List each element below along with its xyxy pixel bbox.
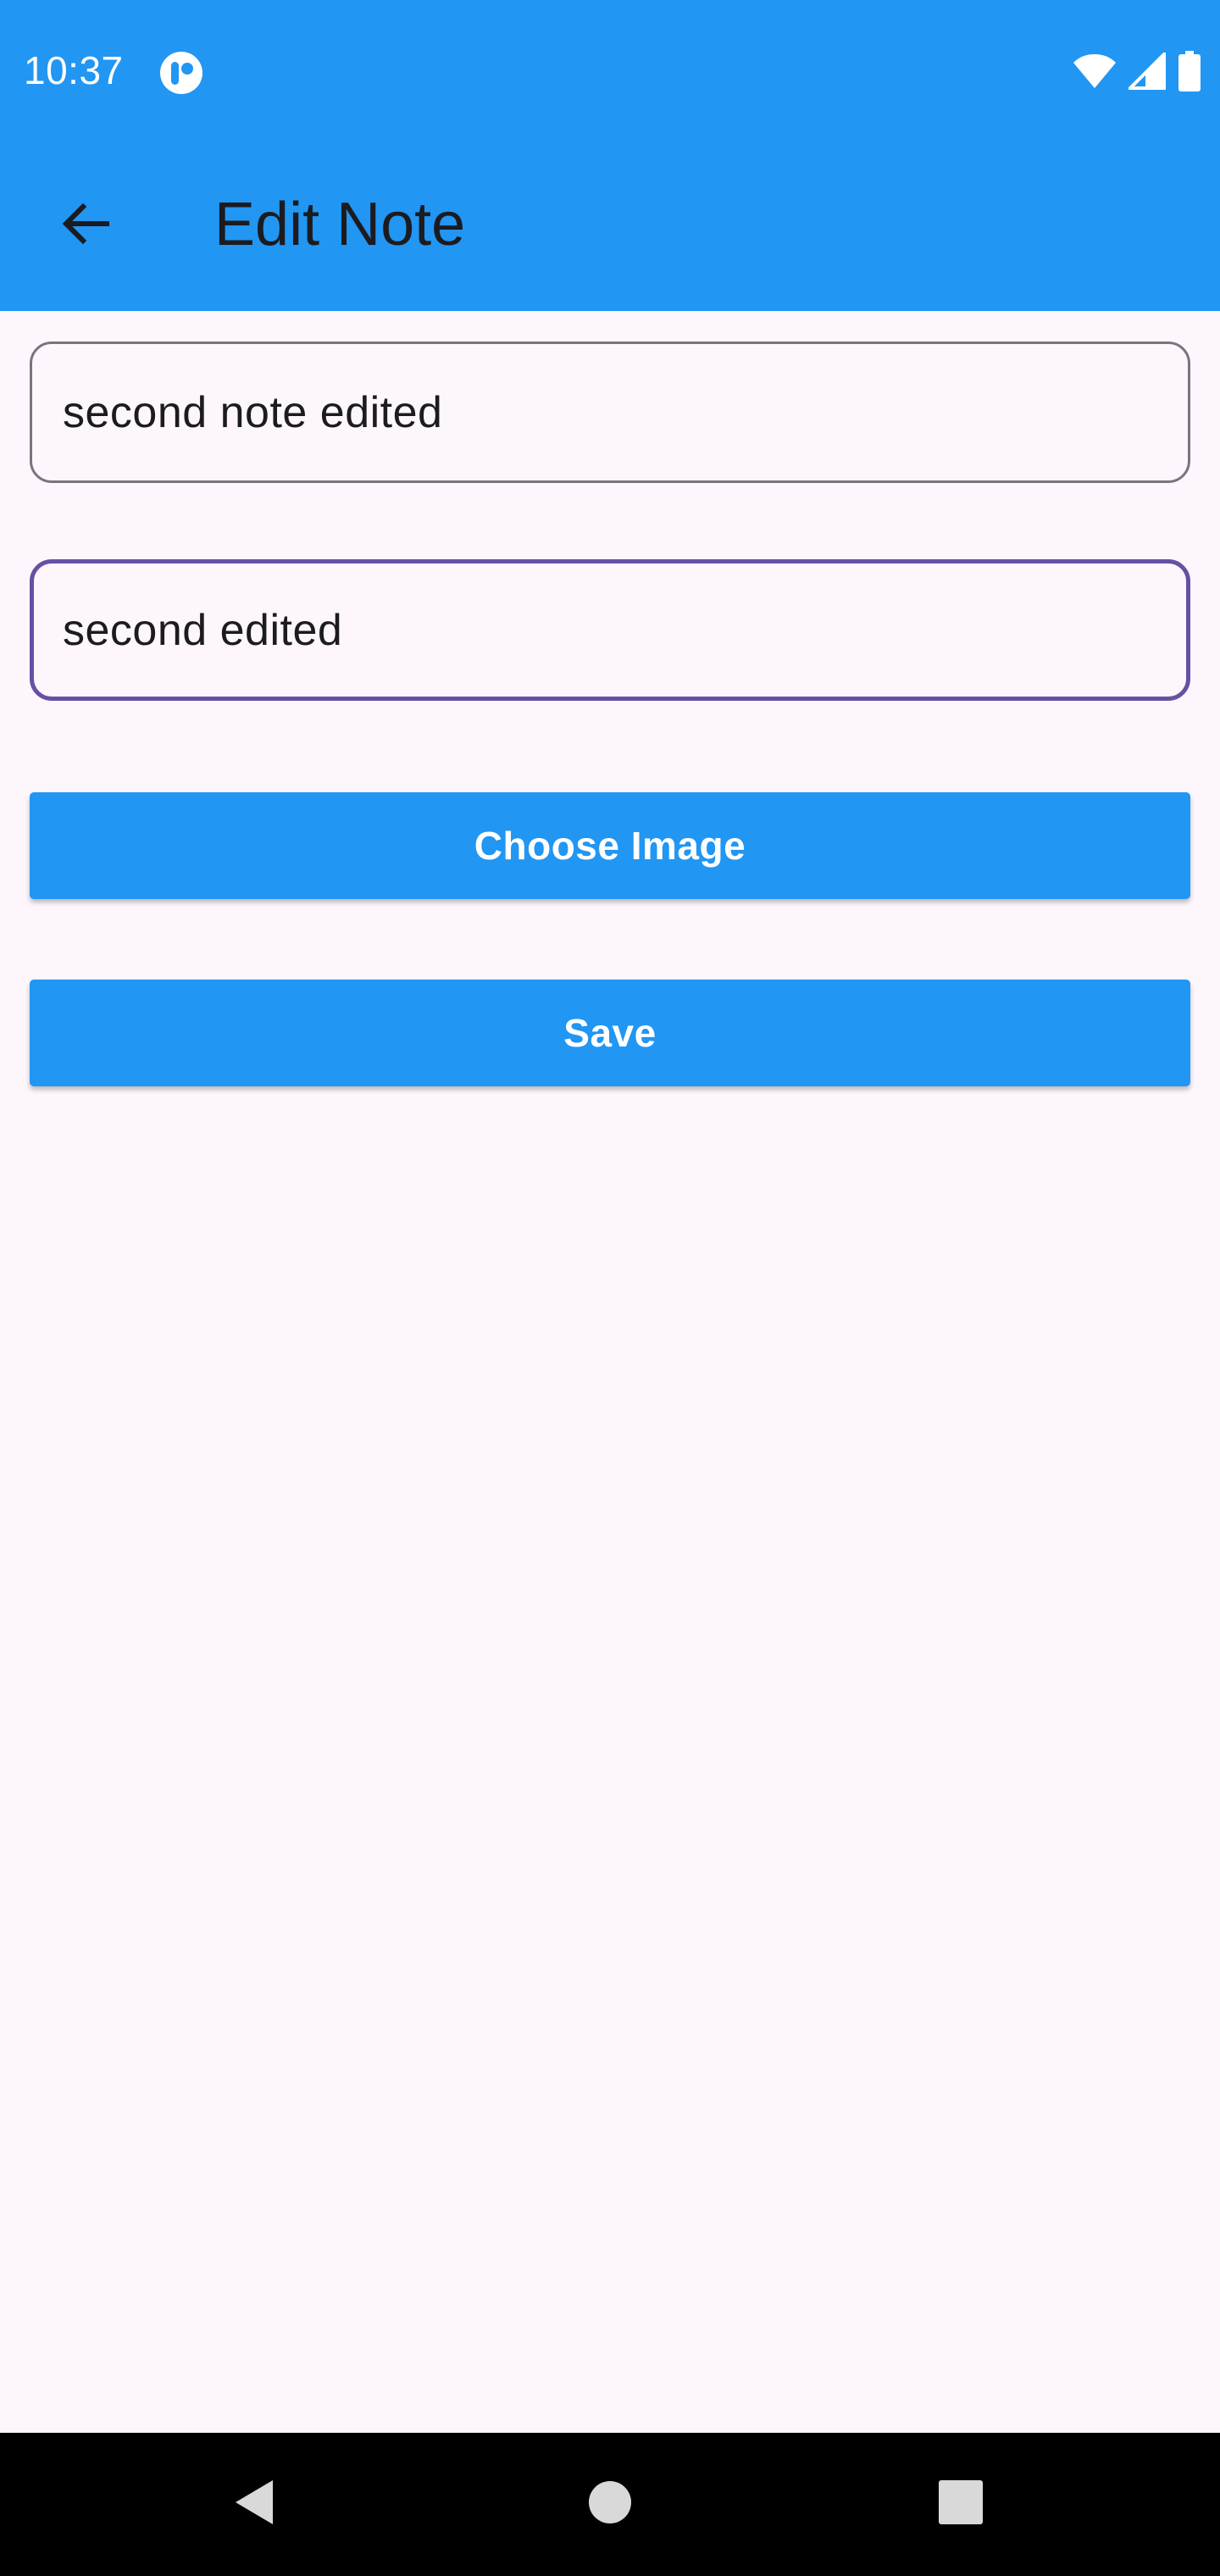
arrow-back-icon [58, 197, 112, 255]
content-input[interactable] [63, 604, 1186, 656]
title-input[interactable] [63, 386, 1188, 438]
notification-app-icon [159, 51, 203, 95]
toolbar: Edit Note [0, 146, 1220, 311]
nav-back-icon [229, 2477, 280, 2532]
back-button[interactable] [37, 178, 132, 273]
system-nav-bar [0, 2433, 1220, 2576]
nav-back-button[interactable] [215, 2465, 293, 2543]
wifi-icon [1073, 53, 1117, 94]
nav-home-icon [586, 2479, 634, 2530]
content-field[interactable] [30, 559, 1190, 701]
title-field[interactable] [30, 341, 1190, 483]
nav-recents-icon [937, 2479, 984, 2530]
status-icons [1073, 49, 1201, 96]
status-bar: 10:37 [0, 0, 1220, 146]
choose-image-button[interactable]: Choose Image [30, 792, 1190, 899]
cell-signal-icon [1126, 49, 1166, 94]
app-bar: 10:37 Edit Note [0, 0, 1220, 311]
save-button[interactable]: Save [30, 980, 1190, 1086]
battery-icon [1178, 50, 1201, 96]
nav-home-button[interactable] [571, 2465, 649, 2543]
status-time: 10:37 [24, 48, 124, 92]
page-title: Edit Note [214, 191, 466, 258]
nav-recents-button[interactable] [922, 2465, 1000, 2543]
